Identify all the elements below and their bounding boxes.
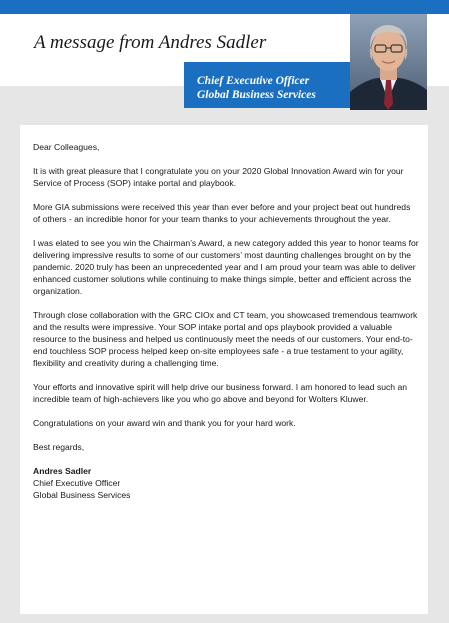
salutation: Dear Colleagues, bbox=[33, 142, 100, 152]
closing: Best regards, bbox=[33, 442, 85, 452]
executive-role-box: Chief Executive Officer Global Business … bbox=[184, 62, 352, 108]
letter-card: Dear Colleagues, It is with great pleasu… bbox=[20, 125, 428, 614]
signature-title: Chief Executive Officer bbox=[33, 478, 121, 488]
top-accent-bar bbox=[0, 0, 449, 14]
page-title: A message from Andres Sadler bbox=[34, 32, 267, 53]
paragraph-2: More GIA submissions were received this … bbox=[33, 202, 411, 224]
role-title: Chief Executive Officer bbox=[197, 75, 310, 87]
signature-block: Andres Sadler Chief Executive Officer Gl… bbox=[33, 465, 419, 501]
signature-name: Andres Sadler bbox=[33, 466, 92, 476]
paragraph-1: It is with great pleasure that I congrat… bbox=[33, 166, 404, 188]
executive-portrait bbox=[350, 14, 427, 110]
paragraph-3: I was elated to see you win the Chairman… bbox=[33, 238, 419, 296]
paragraph-6: Congratulations on your award win and th… bbox=[33, 418, 296, 428]
role-organization: Global Business Services bbox=[197, 89, 316, 101]
paragraph-5: Your efforts and innovative spirit will … bbox=[33, 382, 408, 404]
paragraph-4: Through close collaboration with the GRC… bbox=[33, 310, 418, 368]
letter-body: Dear Colleagues, It is with great pleasu… bbox=[33, 141, 419, 501]
signature-organization: Global Business Services bbox=[33, 490, 131, 500]
